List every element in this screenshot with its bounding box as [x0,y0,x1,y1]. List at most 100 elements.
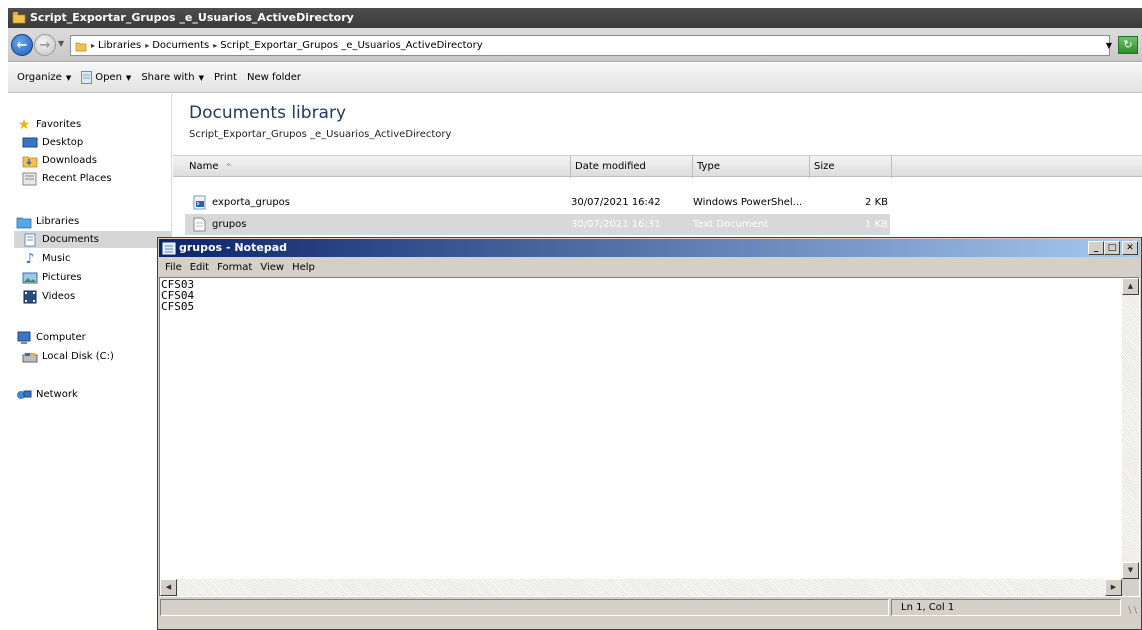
status-bar-message [160,599,889,616]
horizontal-scrollbar[interactable]: ◀ ▶ [160,579,1122,596]
file-row-selected[interactable]: grupos 30/07/2021 16:31 Text Document 1 … [185,214,890,235]
refresh-button[interactable]: ↻ [1118,36,1138,54]
nav-downloads[interactable]: Downloads [22,152,97,169]
star-icon: ★ [17,116,31,133]
library-title: Documents library [189,103,347,123]
file-date-modified: 30/07/2021 16:42 [571,197,661,208]
nav-network[interactable]: Network [16,386,78,403]
close-icon: ✕ [1126,243,1134,253]
resize-grip-icon[interactable]: ∖∖ [1127,606,1138,616]
explorer-title-text: Script_Exportar_Grupos _e_Usuarios_Activ… [30,11,354,24]
breadcrumb-libraries[interactable]: ▸ Libraries [91,40,141,51]
nav-favorites[interactable]: ★ Favorites [16,116,81,133]
nav-computer[interactable]: Computer [16,329,86,346]
column-size[interactable]: Size [810,156,892,178]
caret-down-icon: ▼ [65,73,72,82]
chevron-right-icon: ▸ [145,41,150,50]
notepad-icon [81,71,93,84]
arrow-left-icon: ← [16,37,28,53]
column-date-modified[interactable]: Date modified [571,156,693,178]
command-toolbar: Organize ▼ Open ▼ Share with ▼ Print New… [8,63,1142,93]
vertical-scrollbar[interactable]: ▲ ▼ [1122,278,1139,579]
address-input[interactable]: ▸ Libraries ▸ Documents ▸ Script_Exporta… [70,35,1110,56]
computer-icon [17,331,31,344]
nav-documents[interactable]: Documents [14,231,172,248]
close-button[interactable]: ✕ [1122,241,1138,255]
notepad-menu-bar: File Edit Format View Help [159,258,1140,277]
nav-libraries[interactable]: Libraries [16,213,79,230]
arrow-right-icon: → [39,37,51,53]
arrow-left-icon: ◀ [165,583,172,591]
maximize-button[interactable]: □ [1104,241,1120,255]
file-name: exporta_grupos [212,197,290,208]
nav-desktop[interactable]: Desktop [22,134,83,151]
minimize-button[interactable]: _ [1088,241,1104,255]
breadcrumb-documents[interactable]: ▸ Documents [145,40,209,51]
menu-format[interactable]: Format [213,262,256,273]
file-size: 2 KB [865,197,888,208]
documents-icon [24,233,36,246]
forward-button[interactable]: → [34,34,56,56]
organize-button[interactable]: Organize ▼ [12,67,76,89]
column-header-row: Name ^ Date modified Type Size [173,155,1142,178]
downloads-folder-icon [22,156,38,167]
sort-ascending-icon: ^ [225,163,232,171]
open-button[interactable]: Open ▼ [76,67,136,89]
column-name[interactable]: Name ^ [185,156,571,178]
nav-pictures[interactable]: Pictures [22,269,82,286]
scroll-right-button[interactable]: ▶ [1105,579,1122,596]
menu-edit[interactable]: Edit [186,262,213,273]
arrow-up-icon: ▲ [1127,282,1134,290]
pictures-icon [22,272,38,283]
library-subtitle: Script_Exportar_Grupos _e_Usuarios_Activ… [189,129,452,140]
nav-videos[interactable]: Videos [22,288,75,305]
text-document-icon [193,217,206,232]
file-date-modified: 30/07/2021 16:31 [571,219,661,230]
cursor-position: Ln 1, Col 1 [891,599,1121,616]
caret-down-icon: ▼ [198,73,204,82]
caret-down-icon: ▼ [125,73,132,82]
folder-icon [12,12,26,24]
minimize-icon: _ [1093,243,1099,253]
file-name: grupos [212,219,247,230]
column-type[interactable]: Type [693,156,810,178]
nav-recent-places[interactable]: Recent Places [22,170,112,187]
notepad-content[interactable]: CFS03 CFS04 CFS05 [161,279,194,312]
notepad-title-text: grupos - Notepad [179,241,287,254]
navigation-pane: ★ Favorites Desktop Downloads Recent Pla… [8,94,172,630]
address-dropdown-icon[interactable]: ▼ [1106,41,1112,50]
recent-places-icon [22,172,37,185]
file-type: Text Document [693,219,769,230]
menu-help[interactable]: Help [288,262,319,273]
notepad-title-bar[interactable]: grupos - Notepad _ □ ✕ [159,239,1140,257]
hard-drive-icon [22,352,38,362]
powershell-script-icon [193,195,206,210]
music-icon: ♪ [25,250,35,267]
nav-music[interactable]: ♪ Music [22,250,71,267]
address-bar-area: ← → ▼ ▸ Libraries ▸ Documents ▸ Script_E… [8,28,1142,62]
maximize-icon: □ [1107,243,1117,253]
share-with-button[interactable]: Share with ▼ [136,67,209,89]
menu-view[interactable]: View [256,262,288,273]
new-folder-button[interactable]: New folder [242,67,306,89]
network-icon [17,390,32,399]
file-type: Windows PowerShel... [693,197,803,208]
refresh-icon: ↻ [1123,38,1133,51]
back-button[interactable]: ← [11,34,33,56]
scroll-left-button[interactable]: ◀ [160,579,177,596]
notepad-window: grupos - Notepad _ □ ✕ File Edit Format … [157,237,1142,630]
notepad-text-area[interactable]: CFS03 CFS04 CFS05 ▲ ▼ ◀ ▶ [159,277,1140,597]
nav-local-disk[interactable]: Local Disk (C:) [22,348,114,365]
libraries-icon [16,217,32,228]
file-size: 1 KB [865,219,888,230]
notepad-icon [162,242,176,255]
file-row[interactable]: exporta_grupos 30/07/2021 16:42 Windows … [185,192,890,213]
recent-pages-dropdown-icon[interactable]: ▼ [58,39,64,48]
scroll-down-button[interactable]: ▼ [1122,562,1139,579]
breadcrumb-current-folder[interactable]: ▸ Script_Exportar_Grupos _e_Usuarios_Act… [213,40,482,51]
print-button[interactable]: Print [209,67,242,89]
menu-file[interactable]: File [161,262,186,273]
folder-icon [75,42,87,51]
scroll-up-button[interactable]: ▲ [1122,278,1139,295]
explorer-title-bar[interactable]: Script_Exportar_Grupos _e_Usuarios_Activ… [8,8,1142,28]
